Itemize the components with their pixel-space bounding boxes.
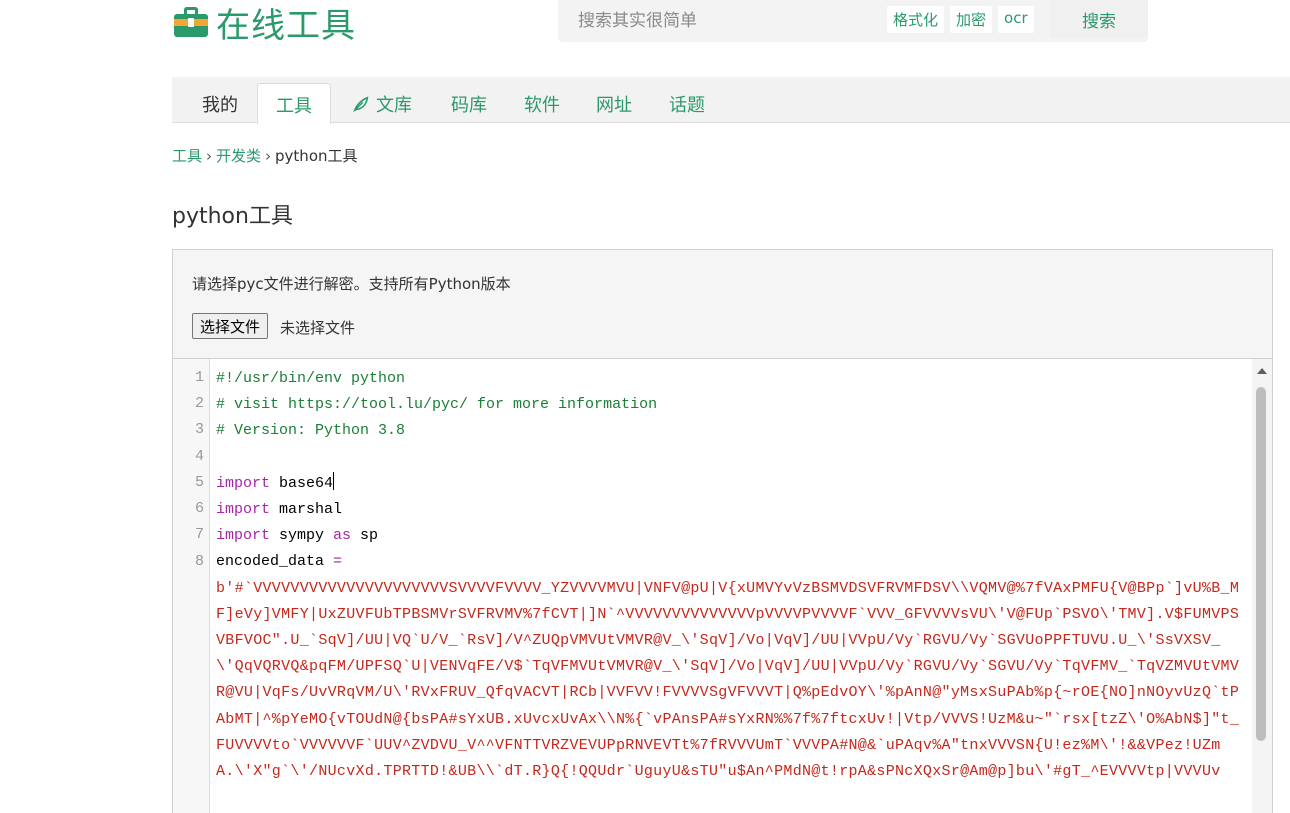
nav-item-code[interactable]: 码库 bbox=[451, 91, 487, 117]
code-line: #!/usr/bin/env python bbox=[216, 366, 1248, 392]
breadcrumb: 工具 › 开发类 › python工具 bbox=[172, 145, 358, 166]
scroll-up-arrow-icon[interactable] bbox=[1257, 368, 1267, 374]
breadcrumb-tools[interactable]: 工具 bbox=[172, 147, 202, 165]
line-number: 3 bbox=[194, 421, 204, 438]
toolbox-icon bbox=[174, 7, 208, 37]
nav-item-sites[interactable]: 网址 bbox=[596, 91, 632, 117]
breadcrumb-separator: › bbox=[265, 147, 272, 165]
quick-tag-ocr[interactable]: ocr bbox=[998, 6, 1034, 33]
nav-item-software[interactable]: 软件 bbox=[524, 91, 560, 117]
keyword: import bbox=[216, 527, 271, 545]
vertical-scrollbar[interactable] bbox=[1252, 359, 1272, 813]
code-content[interactable]: #!/usr/bin/env python # visit https://to… bbox=[216, 366, 1248, 785]
main-nav: 我的 工具 文库 码库 软件 网址 话题 bbox=[172, 77, 1290, 124]
keyword: import bbox=[216, 500, 271, 518]
module-name: marshal bbox=[270, 500, 343, 518]
nav-item-tools[interactable]: 工具 bbox=[257, 83, 331, 124]
comment: #!/usr/bin/env python bbox=[216, 370, 406, 387]
choose-file-button[interactable]: 选择文件 bbox=[192, 313, 269, 339]
code-line: import sympy as sp bbox=[216, 523, 1248, 549]
line-number: 4 bbox=[194, 448, 204, 465]
encoded-string: b'#`VVVVVVVVVVVVVVVVVVVVVSVVVVFVVVV_YZVV… bbox=[216, 579, 1240, 780]
nav-item-docs-label: 文库 bbox=[376, 95, 412, 116]
code-line: # visit https://tool.lu/pyc/ for more in… bbox=[216, 392, 1248, 418]
keyword: as bbox=[333, 527, 352, 545]
code-line: import marshal bbox=[216, 497, 1248, 523]
breadcrumb-dev[interactable]: 开发类 bbox=[216, 147, 261, 165]
search-box: 格式化 加密 ocr 搜索 bbox=[558, 0, 1148, 42]
search-button[interactable]: 搜索 bbox=[1050, 0, 1148, 38]
comment: # visit https://tool.lu/pyc/ for more in… bbox=[216, 396, 658, 414]
page-title: python工具 bbox=[172, 204, 293, 229]
search-input[interactable] bbox=[578, 11, 878, 31]
instruction-text: 请选择pyc文件进行解密。支持所有Python版本 bbox=[192, 275, 511, 293]
line-number: 6 bbox=[194, 500, 204, 517]
code-editor[interactable]: 1 2 3 4 5 6 7 8 #!/usr/bin/env python # … bbox=[173, 358, 1272, 813]
code-line: encoded_data = bbox=[216, 549, 1248, 575]
nav-item-topics[interactable]: 话题 bbox=[669, 91, 705, 117]
file-status: 未选择文件 bbox=[280, 319, 356, 337]
nav-item-docs[interactable]: 文库 bbox=[352, 91, 412, 117]
alias-name: sp bbox=[351, 527, 379, 545]
quick-tags: 格式化 加密 ocr bbox=[887, 6, 1034, 33]
module-name: base64 bbox=[270, 474, 334, 492]
logo-text: 在线工具 bbox=[216, 5, 356, 46]
code-line: # Version: Python 3.8 bbox=[216, 418, 1248, 444]
module-name: sympy bbox=[270, 527, 334, 545]
operator: = bbox=[333, 553, 343, 571]
breadcrumb-separator: › bbox=[206, 147, 213, 165]
keyword: import bbox=[216, 474, 271, 492]
quick-tag-format[interactable]: 格式化 bbox=[887, 6, 945, 33]
line-number: 2 bbox=[194, 395, 204, 412]
line-number: 8 bbox=[194, 553, 204, 570]
nav-item-mine[interactable]: 我的 bbox=[202, 91, 238, 117]
variable-name: encoded_data bbox=[216, 553, 334, 571]
comment: # Version: Python 3.8 bbox=[216, 422, 406, 440]
line-number: 7 bbox=[194, 526, 204, 543]
quick-tag-encrypt[interactable]: 加密 bbox=[950, 6, 993, 33]
line-gutter: 1 2 3 4 5 6 7 8 bbox=[173, 359, 210, 813]
breadcrumb-current: python工具 bbox=[275, 147, 358, 165]
line-number: 1 bbox=[194, 369, 204, 386]
scroll-thumb[interactable] bbox=[1256, 387, 1266, 741]
code-line: import base64 bbox=[216, 471, 1248, 497]
site-logo[interactable]: 在线工具 bbox=[174, 2, 356, 46]
line-number: 5 bbox=[194, 474, 204, 491]
leaf-icon bbox=[353, 96, 369, 113]
tool-panel: 请选择pyc文件进行解密。支持所有Python版本 选择文件 未选择文件 1 2… bbox=[172, 249, 1273, 813]
text-cursor bbox=[333, 471, 335, 490]
